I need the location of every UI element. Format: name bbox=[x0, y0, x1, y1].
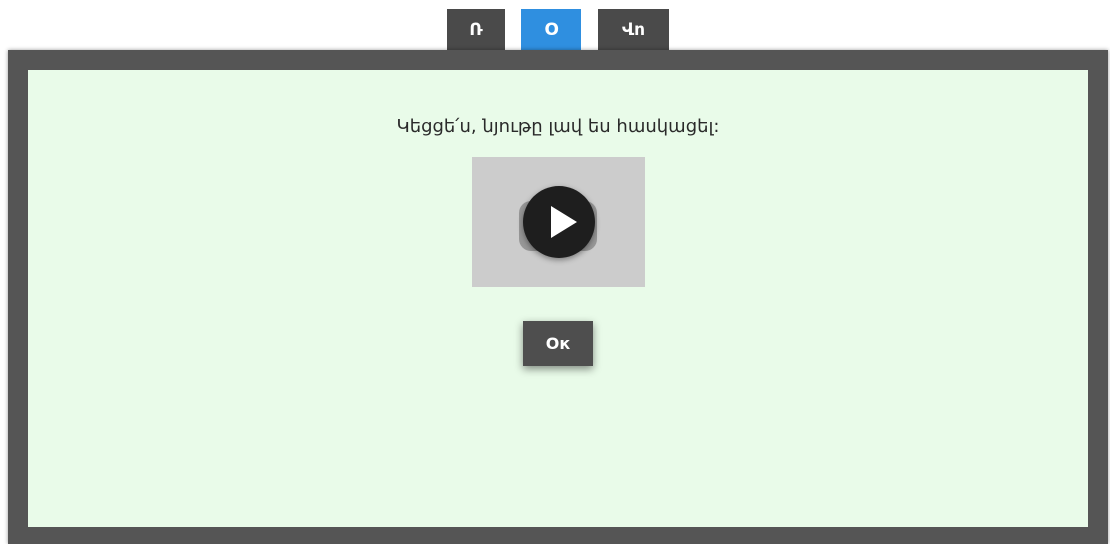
ok-button[interactable]: Ок bbox=[523, 321, 593, 366]
tab-o-active[interactable]: Օ bbox=[521, 9, 581, 51]
dialog-frame: Կեցցե՛ս, նյութը լավ ես հասկացել: Ок bbox=[8, 50, 1108, 544]
success-message: Կեցցե՛ս, նյութը լավ ես հասկացել: bbox=[396, 116, 720, 137]
tab-r[interactable]: Ռ bbox=[447, 9, 505, 51]
tab-vo[interactable]: Վո bbox=[598, 9, 669, 51]
video-thumbnail[interactable] bbox=[472, 157, 645, 287]
dialog-panel: Կեցցե՛ս, նյութը լավ ես հասկացել: Ок bbox=[28, 70, 1088, 527]
play-icon[interactable] bbox=[523, 186, 595, 258]
